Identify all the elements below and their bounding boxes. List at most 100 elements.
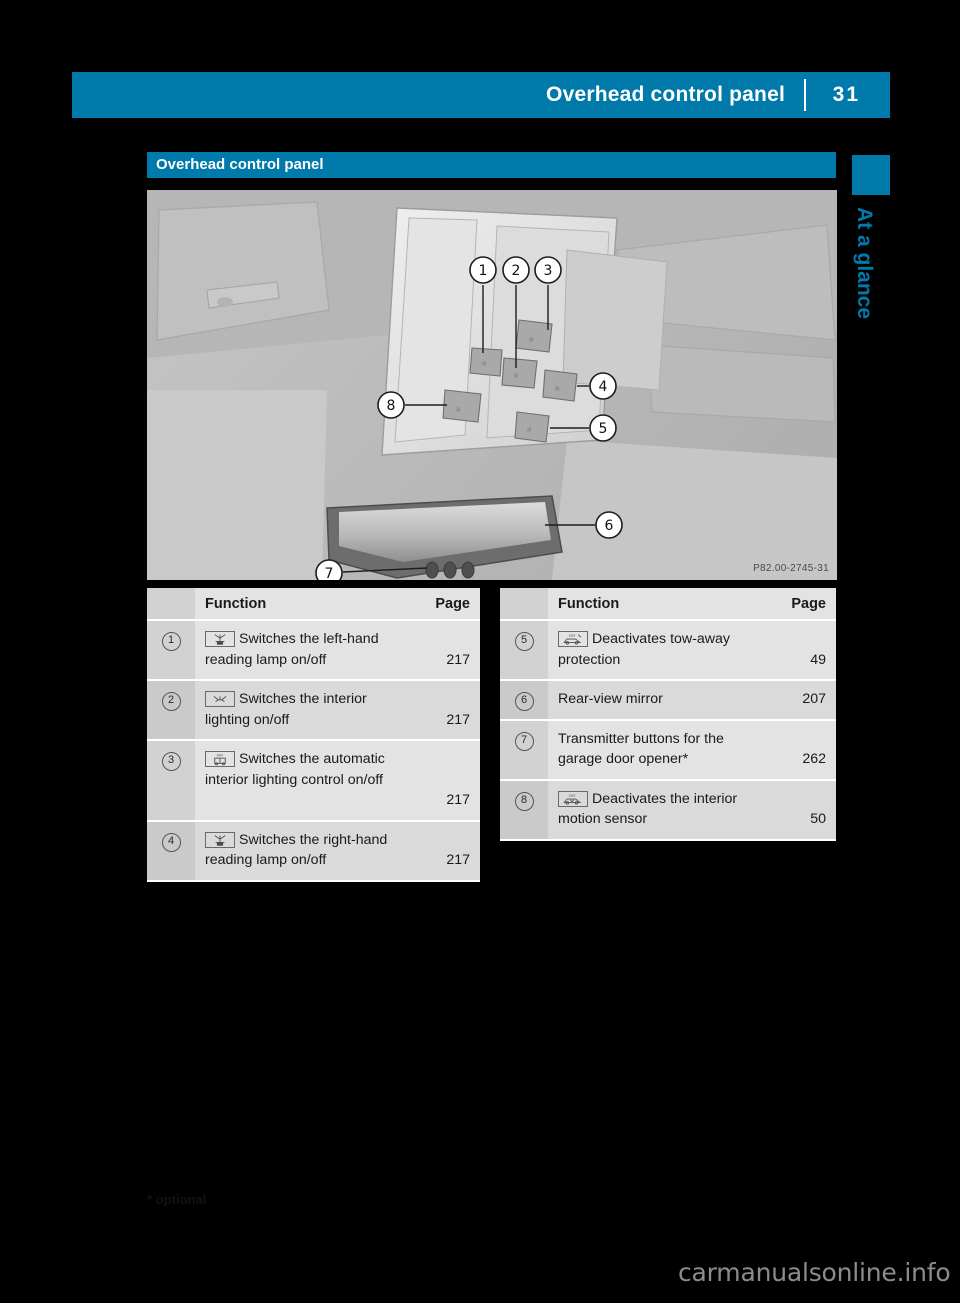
row-page-cell: 217	[418, 820, 480, 882]
page-header-bar: Overhead control panel 31	[72, 72, 890, 118]
svg-text:7: 7	[325, 566, 334, 580]
row-page-number: 49	[810, 651, 826, 668]
column-header-function: Function	[205, 596, 267, 612]
row-function-text: Rear-view mirror	[548, 681, 774, 719]
row-callout-cell: 6	[500, 680, 548, 721]
svg-text:3: 3	[544, 263, 553, 279]
row-page-number: 217	[446, 792, 470, 808]
overhead-panel-drawing: ☼ ☼ ☼ ☼ ☼ ☼ 1 2 3 4 5 6 7 8	[147, 190, 837, 580]
row-page-cell: 262	[774, 719, 836, 781]
row-function-cell: OFF Deactivates the interior motion sens…	[548, 779, 774, 841]
table-row: 8 OFF Deactivates the interior motion se…	[500, 779, 836, 841]
row-callout-cell: 5	[500, 620, 548, 681]
row-function-text: Switches the left-hand reading lamp on/o…	[195, 621, 418, 679]
svg-text:5: 5	[599, 421, 608, 437]
row-page-number: 50	[810, 811, 826, 827]
table-row: 2 Switches the interior lighting on/off …	[147, 680, 480, 741]
section-heading-text: Overhead control panel	[156, 156, 324, 173]
chapter-tab-marker	[852, 155, 890, 195]
svg-text:1: 1	[479, 263, 488, 279]
table-row: 1 Switches the left-hand reading lamp on…	[147, 620, 480, 681]
svg-text:OFF: OFF	[569, 793, 576, 797]
svg-text:☼: ☼	[554, 385, 560, 393]
row-function-text: Switches the interior lighting on/off	[195, 681, 418, 739]
table-header-row: Function Page	[500, 588, 836, 621]
callout-badge: 7	[514, 731, 534, 751]
site-watermark: carmanualsonline.info	[678, 1258, 951, 1287]
header-num-cell	[500, 588, 548, 621]
row-function-label: Transmitter buttons for the garage door …	[558, 730, 724, 768]
column-header-function: Function	[558, 596, 620, 612]
header-page-cell: Page	[774, 588, 836, 621]
reading-lamp-icon	[205, 631, 235, 647]
section-heading: Overhead control panel	[147, 152, 836, 178]
table-row: 6 Rear-view mirror 207	[500, 680, 836, 721]
callout-badge: 4	[161, 832, 181, 852]
row-callout-cell: 8	[500, 779, 548, 841]
svg-text:☼: ☼	[526, 426, 532, 434]
page-number: 31	[832, 83, 860, 106]
svg-text:OFF: OFF	[217, 753, 224, 757]
svg-text:☼: ☼	[481, 360, 487, 368]
function-table-left: Function Page 1 Switches the left-hand r…	[147, 588, 480, 882]
function-table-right: Function Page 5 OFF Deactivates tow-away…	[500, 588, 836, 841]
chapter-label: At a glance	[846, 205, 886, 435]
table-row: 7 Transmitter buttons for the garage doo…	[500, 719, 836, 781]
svg-text:4: 4	[599, 379, 608, 395]
reading-lamp-icon	[205, 831, 235, 848]
row-callout-cell: 1	[147, 620, 195, 681]
header-page-cell: Page	[418, 588, 480, 621]
row-page-number: 217	[446, 651, 470, 668]
callout-badge: 8	[514, 791, 534, 811]
table-row: 4 Switches the right-hand reading lamp o…	[147, 820, 480, 882]
row-page-number: 262	[802, 751, 826, 767]
svg-text:OFF: OFF	[569, 634, 576, 638]
row-page-cell: 217	[418, 680, 480, 741]
row-function-label: Rear-view mirror	[558, 691, 663, 707]
page-title: Overhead control panel	[546, 83, 785, 106]
manual-page: Overhead control panel 31 At a glance Ov…	[0, 0, 960, 1303]
svg-text:6: 6	[605, 518, 614, 534]
overhead-control-panel-illustration: ☼ ☼ ☼ ☼ ☼ ☼ 1 2 3 4 5 6 7 8 P82.00-2745-…	[147, 190, 837, 580]
column-header-page: Page	[791, 596, 826, 612]
row-callout-cell: 3	[147, 740, 195, 822]
callout-badge: 6	[514, 692, 534, 711]
row-page-number: 207	[802, 691, 826, 707]
row-page-cell: 49	[774, 620, 836, 681]
row-function-cell: Switches the right-hand reading lamp on/…	[195, 820, 418, 882]
callout-badge: 1	[161, 632, 181, 651]
row-function-cell: OFF Deactivates tow-away protection	[548, 620, 774, 681]
header-function-cell: Function	[548, 588, 774, 621]
row-callout-cell: 2	[147, 680, 195, 741]
row-page-cell: 217	[418, 740, 480, 822]
row-function-text: Transmitter buttons for the garage door …	[548, 721, 774, 779]
interior-lighting-icon	[205, 691, 235, 707]
row-page-cell: 50	[774, 779, 836, 841]
table-row: 3 OFF Switches the automatic interior li…	[147, 740, 480, 822]
footnote: * optional	[147, 1192, 207, 1207]
row-function-text: OFF Deactivates tow-away protection	[548, 621, 774, 679]
row-function-cell: OFF Switches the automatic interior ligh…	[195, 740, 418, 822]
table-header-row: Function Page	[147, 588, 480, 621]
row-page-cell: 207	[774, 680, 836, 721]
header-num-cell	[147, 588, 195, 621]
row-callout-cell: 4	[147, 820, 195, 882]
figure-image-code: P82.00-2745-31	[753, 563, 829, 574]
row-function-text: Switches the right-hand reading lamp on/…	[195, 822, 418, 880]
automatic-interior-lighting-off-icon: OFF	[205, 751, 235, 767]
row-function-cell: Switches the interior lighting on/off	[195, 680, 418, 741]
svg-text:☼: ☼	[513, 372, 519, 380]
row-callout-cell: 7	[500, 719, 548, 781]
row-function-cell: Transmitter buttons for the garage door …	[548, 719, 774, 781]
callout-badge: 3	[161, 752, 181, 771]
column-header-page: Page	[435, 596, 470, 612]
svg-text:8: 8	[387, 398, 396, 414]
interior-motion-sensor-off-icon: OFF	[558, 790, 588, 807]
row-function-text: OFF Deactivates the interior motion sens…	[548, 781, 774, 839]
tow-away-protection-off-icon: OFF	[558, 631, 588, 647]
svg-text:☼: ☼	[528, 336, 534, 344]
row-function-text: OFF Switches the automatic interior ligh…	[195, 741, 418, 799]
callout-badge: 2	[161, 692, 181, 711]
header-divider	[804, 79, 806, 111]
row-function-cell: Rear-view mirror	[548, 680, 774, 721]
